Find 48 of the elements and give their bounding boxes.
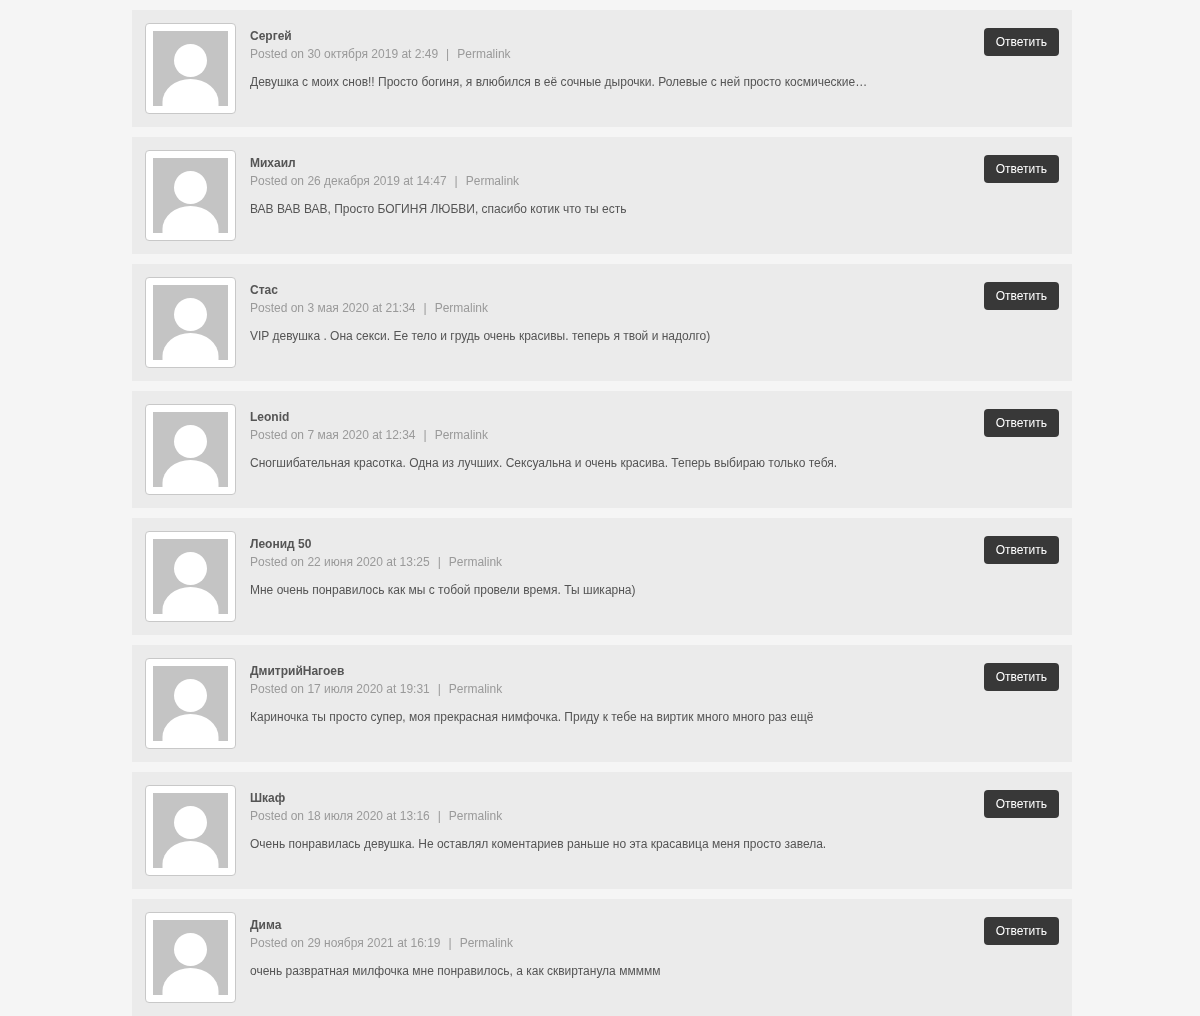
avatar-icon (145, 23, 236, 114)
avatar-icon (145, 277, 236, 368)
post-date: Posted on 17 июля 2020 at 19:31 (250, 681, 430, 698)
post-date: Posted on 22 июня 2020 at 13:25 (250, 554, 430, 571)
reply-button[interactable]: Ответить (983, 282, 1059, 310)
reply-button[interactable]: Ответить (983, 790, 1059, 818)
meta-separator: | (437, 808, 441, 825)
meta-separator: | (454, 173, 458, 190)
comment-text: Кариночка ты просто супер, моя прекрасная нимфочка. Приду к тебе на виртик много много раз ещё (250, 709, 814, 726)
author-name: Михаил (250, 155, 296, 172)
reply-button[interactable]: Ответить (983, 155, 1059, 183)
avatar-icon (145, 658, 236, 749)
comment-text: ВАВ ВАВ ВАВ, Просто БОГИНЯ ЛЮБВИ, спасибо котик что ты есть (250, 201, 627, 218)
avatar-icon (145, 150, 236, 241)
meta-separator: | (437, 681, 441, 698)
meta-separator: | (437, 554, 441, 571)
post-date: Posted on 30 октября 2019 at 2:49 (250, 46, 439, 63)
avatar-icon (145, 912, 236, 1003)
reply-button[interactable]: Ответить (983, 409, 1059, 437)
comment-text: Девушка с моих снов!! Просто богиня, я влюбился в её сочные дырочки. Ролевые с ней просто космические… (250, 74, 868, 91)
author-name: Дима (250, 917, 282, 934)
post-date: Posted on 18 июля 2020 at 13:16 (250, 808, 430, 825)
comment-text: VIP девушка . Она секси. Ее тело и грудь очень красивы. теперь я твой и надолго) (250, 328, 711, 345)
reply-button[interactable]: Ответить (983, 536, 1059, 564)
post-date: Posted on 3 мая 2020 at 21:34 (250, 300, 416, 317)
comment-text: Сногшибательная красотка. Одна из лучших. Сексуальна и очень красива. Теперь выбираю только тебя. (250, 455, 838, 472)
meta-separator: | (423, 300, 427, 317)
post-date: Posted on 7 мая 2020 at 12:34 (250, 427, 416, 444)
comment-text: Очень понравилась девушка. Не оставлял коментариев раньше но эта красавица меня просто завела. (250, 836, 827, 853)
author-name: Шкаф (250, 790, 286, 807)
avatar-icon (145, 785, 236, 876)
meta-separator: | (448, 935, 452, 952)
comment-text: Мне очень понравилось как мы с тобой провели время. Ты шикарна) (250, 582, 636, 599)
avatar-icon (145, 531, 236, 622)
meta-separator: | (446, 46, 450, 63)
post-date: Posted on 29 ноября 2021 at 16:19 (250, 935, 441, 952)
author-name: Сергей (250, 28, 292, 45)
author-name: Леонид 50 (250, 536, 312, 553)
author-name: ДмитрийНагоев (250, 663, 345, 680)
reply-button[interactable]: Ответить (983, 28, 1059, 56)
reply-button[interactable]: Ответить (983, 917, 1059, 945)
meta-separator: | (423, 427, 427, 444)
comment-text: очень развратная милфочка мне понравилось, а как сквиртанула ммммм (250, 963, 661, 980)
author-name: Стас (250, 282, 278, 299)
author-name: Leonid (250, 409, 290, 426)
post-date: Posted on 26 декабря 2019 at 14:47 (250, 173, 447, 190)
reply-button[interactable]: Ответить (983, 663, 1059, 691)
avatar-icon (145, 404, 236, 495)
